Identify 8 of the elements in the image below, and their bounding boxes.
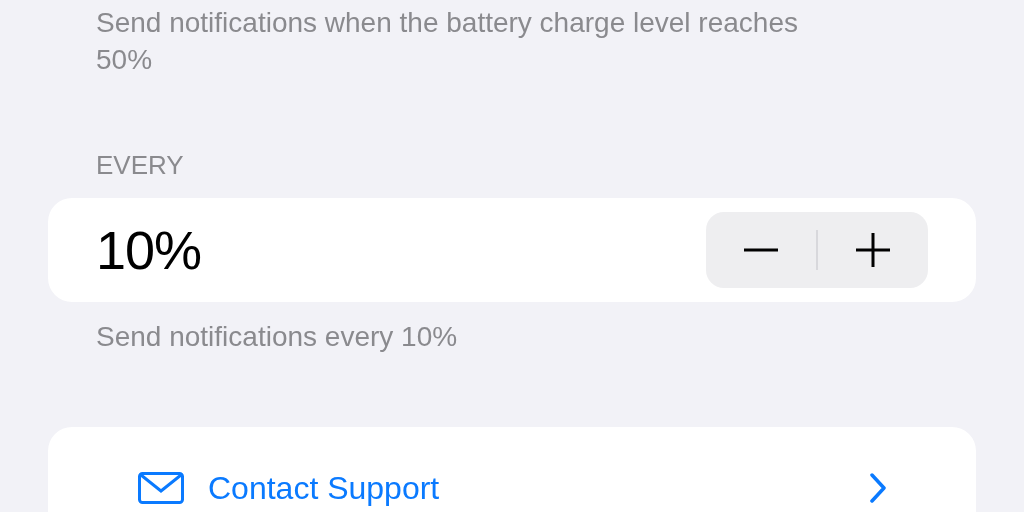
note-text: Send notifications when the battery charge level reaches 50% — [96, 6, 799, 77]
plus-icon — [856, 233, 890, 267]
chevron-icon — [870, 473, 886, 503]
note-text: Send notifications every 10% — [96, 320, 459, 354]
section-header: EVERY — [96, 150, 184, 180]
value-text: 10% — [96, 219, 202, 281]
envelope-icon — [138, 472, 184, 504]
minus-icon — [744, 248, 778, 252]
